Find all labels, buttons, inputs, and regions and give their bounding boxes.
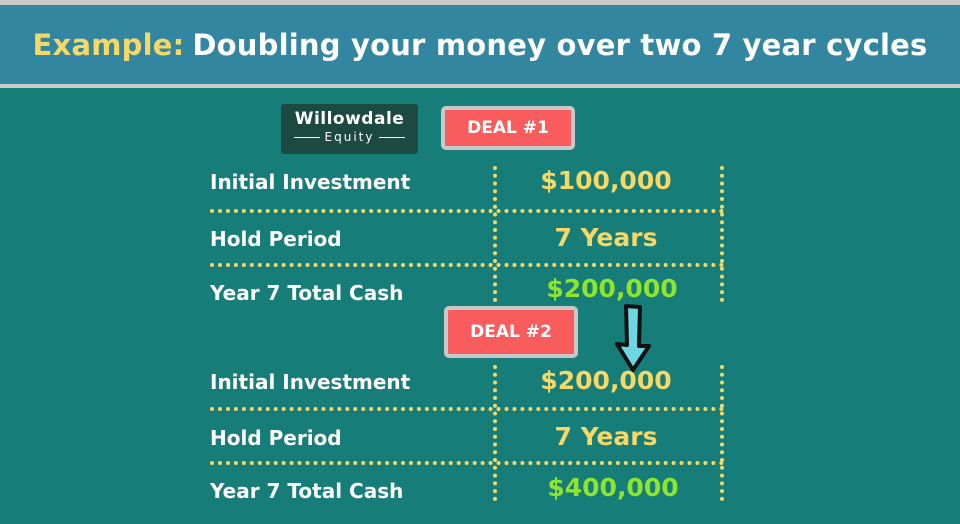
deal-1-hold-period-label: Hold Period	[210, 227, 342, 251]
deal-1-badge: DEAL #1	[441, 106, 575, 150]
deal-2-column-divider	[493, 365, 497, 501]
deal-2-hold-period-label: Hold Period	[210, 426, 342, 450]
logo-rule-left	[293, 136, 320, 138]
banner-highlight: Example:	[32, 27, 185, 62]
deal-1-initial-investment-label: Initial Investment	[210, 170, 411, 194]
deal-1-table-edge	[720, 166, 724, 302]
deal-1-row-divider	[210, 209, 724, 213]
deal-1-total-cash-label: Year 7 Total Cash	[210, 281, 404, 305]
logo-tagline: Equity	[324, 130, 375, 144]
title-banner: Example: Doubling your money over two 7 …	[0, 5, 960, 88]
deal-1-hold-period-value: 7 Years	[554, 223, 658, 252]
deal-1-total-cash-value: $200,000	[546, 274, 678, 303]
deal-2-table-edge	[720, 365, 724, 501]
deal-1-initial-investment-value: $100,000	[540, 166, 672, 195]
deal-2-row-divider	[210, 461, 724, 465]
deal-2-row-divider	[210, 407, 724, 411]
willowdale-logo: Willowdale Equity	[281, 104, 418, 154]
logo-rule-right	[379, 136, 406, 138]
deal-2-hold-period-value: 7 Years	[554, 422, 658, 451]
deal-2-total-cash-label: Year 7 Total Cash	[210, 479, 404, 503]
deal-1-column-divider	[493, 166, 497, 302]
deal-1-row-divider	[210, 263, 724, 267]
deal-2-initial-investment-label: Initial Investment	[210, 370, 411, 394]
deal-2-total-cash-value: $400,000	[547, 473, 679, 502]
arrow-down-icon	[615, 304, 651, 372]
banner-title: Doubling your money over two 7 year cycl…	[192, 27, 928, 62]
logo-tagline-row: Equity	[281, 130, 418, 144]
deal-2-initial-investment-value: $200,000	[540, 366, 672, 395]
deal-2-badge: DEAL #2	[444, 306, 578, 358]
logo-name: Willowdale	[294, 109, 405, 129]
